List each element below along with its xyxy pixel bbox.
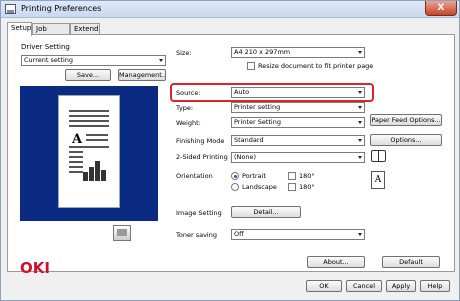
size-combo[interactable]: A4 210 x 297mm (231, 47, 365, 58)
resize-document-label: Resize document to fit printer page (258, 62, 374, 70)
resize-document-checkbox[interactable] (247, 62, 255, 70)
preview-bar (89, 167, 94, 181)
preview-text-line (86, 134, 108, 136)
type-value: Printer setting (234, 103, 281, 111)
preview-paper: A (58, 95, 120, 208)
toner-saving-label: Toner saving (176, 231, 217, 239)
source-value: Auto (234, 88, 250, 96)
preview-text-line (86, 139, 108, 141)
title-bar: Printing Preferences X (1, 1, 459, 18)
preview-bar (101, 170, 106, 181)
weight-label: Weight: (176, 119, 201, 127)
weight-combo[interactable]: Printer Setting (231, 117, 365, 128)
source-combo[interactable]: Auto (231, 87, 365, 98)
orientation-label: Orientation (176, 172, 213, 180)
driver-setting-label: Driver Setting (21, 43, 70, 51)
help-button[interactable]: Help (420, 280, 450, 292)
chevron-down-icon (159, 59, 163, 62)
close-button[interactable]: X (425, 1, 457, 16)
about-button[interactable]: About... (307, 256, 365, 268)
preview-bar-graphic (79, 155, 109, 181)
driver-setting-value: Current setting (24, 56, 74, 64)
two-sided-value: (None) (234, 153, 257, 161)
printer-app-icon (5, 4, 16, 14)
paper-feed-options-button[interactable]: Paper Feed Options... (370, 114, 442, 126)
rotate-180-checkbox[interactable] (288, 172, 296, 180)
chevron-down-icon (358, 106, 362, 109)
finishing-mode-value: Standard (234, 136, 264, 144)
two-sided-label: 2-Sided Printing (176, 153, 228, 161)
rotate-180-label: 180° (299, 172, 315, 180)
toner-saving-value: Off (234, 230, 244, 238)
orientation-preview-icon: A (371, 171, 385, 189)
tab-setup[interactable]: Setup (7, 22, 32, 36)
rotate-180-landscape-checkbox[interactable] (288, 183, 296, 191)
default-button[interactable]: Default (382, 256, 440, 268)
preview-text-line (69, 125, 109, 127)
finishing-mode-combo[interactable]: Standard (231, 135, 365, 146)
image-setting-label: Image Setting (176, 209, 222, 217)
preview-bar (95, 161, 100, 181)
options-button[interactable]: Options... (370, 134, 442, 146)
dialog-button-bar: OK Cancel Apply Help (1, 273, 459, 301)
toner-saving-combo[interactable]: Off (231, 229, 365, 240)
source-label: Source: (176, 89, 201, 97)
size-value: A4 210 x 297mm (234, 48, 291, 56)
page-preview: A (20, 86, 158, 221)
preview-text-line (69, 115, 109, 117)
preview-bar (83, 172, 88, 181)
driver-setting-combo[interactable]: Current setting (21, 55, 166, 66)
detail-button[interactable]: Detail... (231, 206, 301, 218)
size-label: Size: (176, 49, 192, 57)
rotate-180-landscape-label: 180° (299, 183, 315, 191)
preview-text-line (69, 151, 83, 153)
cancel-button[interactable]: Cancel (346, 280, 382, 292)
weight-value: Printer Setting (234, 118, 281, 126)
save-button[interactable]: Save... (65, 69, 111, 81)
two-sided-combo[interactable]: (None) (231, 152, 365, 163)
ok-button[interactable]: OK (306, 280, 342, 292)
printing-preferences-window: Printing Preferences X Setup Job Options… (0, 0, 460, 301)
portrait-radio[interactable] (231, 172, 239, 180)
preview-text-line (69, 120, 109, 122)
preview-glyph: A (72, 132, 83, 147)
duplex-book-icon (371, 150, 386, 162)
landscape-radio[interactable] (231, 183, 239, 191)
landscape-label: Landscape (242, 183, 277, 191)
chevron-down-icon (358, 233, 362, 236)
apply-button[interactable]: Apply (386, 280, 416, 292)
chevron-down-icon (358, 139, 362, 142)
chevron-down-icon (358, 91, 362, 94)
type-label: Type: (176, 104, 194, 112)
preview-text-line (69, 110, 109, 112)
chevron-down-icon (358, 51, 362, 54)
chevron-down-icon (358, 121, 362, 124)
finishing-mode-label: Finishing Mode (176, 137, 225, 145)
type-combo[interactable]: Printer setting (231, 102, 365, 113)
window-title: Printing Preferences (21, 4, 102, 13)
printer-icon[interactable] (113, 225, 131, 241)
management-button[interactable]: Management... (118, 69, 166, 81)
chevron-down-icon (358, 156, 362, 159)
portrait-label: Portrait (242, 172, 266, 180)
